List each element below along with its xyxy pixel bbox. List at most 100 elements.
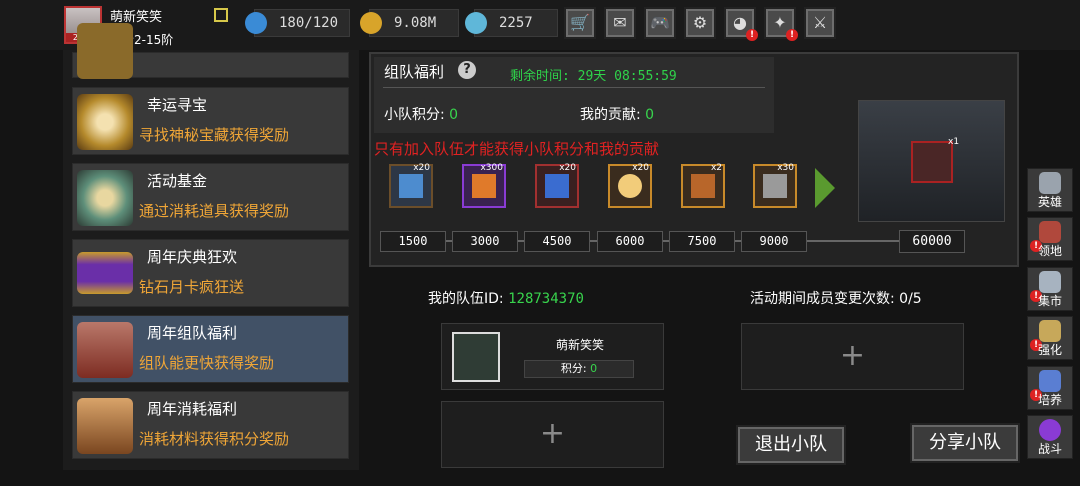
reward-slot[interactable]: x20 xyxy=(608,163,652,208)
side-nav-label: 强化 xyxy=(1037,343,1062,357)
side-nav-cultivate[interactable]: ! 培养 xyxy=(1027,366,1073,410)
crossed-swords-icon[interactable]: ⚔ xyxy=(804,7,836,39)
side-nav-territory[interactable]: ! 领地 xyxy=(1027,217,1073,261)
reward-slot[interactable]: x20 xyxy=(535,163,579,208)
alert-icon: ! xyxy=(746,29,758,41)
event-list-item-team-welfare[interactable]: 周年组队福利 组队能更快获得奖励 xyxy=(72,315,349,383)
side-nav-enhance[interactable]: ! 强化 xyxy=(1027,316,1073,360)
event-desc: 消耗材料获得积分奖励 xyxy=(139,430,290,448)
event-desc: 钻石月卡疯狂送 xyxy=(139,278,245,296)
open-chest-icon xyxy=(77,398,133,454)
gem-value: 2257 xyxy=(499,15,533,31)
side-nav-label: 英雄 xyxy=(1037,195,1062,209)
stamina-counter: 180/120 xyxy=(245,9,350,37)
milestone: 1500 xyxy=(380,231,446,252)
empty-member-slot[interactable]: + xyxy=(441,401,664,468)
member-change-count: 活动期间成员变更次数: 0/5 xyxy=(750,291,922,307)
event-title: 周年组队福利 xyxy=(147,324,238,342)
leave-team-button[interactable]: 退出小队 xyxy=(736,425,846,465)
side-nav-hero[interactable]: 英雄 xyxy=(1027,168,1073,212)
gem-counter: 2257 xyxy=(465,9,558,37)
side-nav-market[interactable]: ! 集市 xyxy=(1027,267,1073,311)
milestone: 6000 xyxy=(597,231,663,252)
flame-essence-icon xyxy=(472,174,496,198)
event-title: 幸运寻宝 xyxy=(147,96,208,114)
gamepad-icon[interactable]: 🎮 xyxy=(644,7,676,39)
help-question-icon[interactable]: ? xyxy=(458,61,476,79)
share-team-button[interactable]: 分享小队 xyxy=(910,423,1020,463)
event-desc: 寻找神秘宝藏获得奖励 xyxy=(139,126,290,144)
reward-qty: x20 xyxy=(413,163,430,173)
potion-icon xyxy=(1039,370,1061,392)
reward-slot[interactable]: x30 xyxy=(753,163,797,208)
lightning-icon xyxy=(245,12,267,34)
team-id-label: 我的队伍ID: xyxy=(428,291,504,307)
member-score-value: 0 xyxy=(590,362,598,375)
contribution-value: 0 xyxy=(645,107,655,123)
blue-crystal-icon xyxy=(545,174,569,198)
event-list-item-anniversary-carnival[interactable]: 周年庆典狂欢 钻石月卡疯狂送 xyxy=(72,239,349,307)
castle-icon xyxy=(1039,221,1061,243)
side-nav-label: 培养 xyxy=(1037,393,1062,407)
reward-qty: x30 xyxy=(777,163,794,173)
event-title: 活动基金 xyxy=(147,172,208,190)
divider xyxy=(383,87,765,88)
member-name: 萌新笑笑 xyxy=(556,338,605,352)
final-reward-display[interactable]: x1 xyxy=(858,100,1005,222)
team-id-value: 128734370 xyxy=(508,291,584,307)
gold-value: 9.08M xyxy=(394,15,437,31)
team-member-card[interactable]: 萌新笑笑 积分: 0 xyxy=(441,323,664,390)
event-thumb-icon xyxy=(77,23,133,79)
event-list-item-partial[interactable] xyxy=(72,23,349,79)
shop-cart-icon[interactable]: 🛒 xyxy=(564,7,596,39)
remaining-time: 剩余时间: 29天 08:55:59 xyxy=(510,69,677,84)
event-list-item-consume-welfare[interactable]: 周年消耗福利 消耗材料获得积分奖励 xyxy=(72,391,349,459)
final-goal: 60000 xyxy=(899,230,965,253)
milestone: 7500 xyxy=(669,231,735,252)
event-list-item-activity-fund[interactable]: 活动基金 通过消耗道具获得奖励 xyxy=(72,163,349,231)
side-nav-label: 战斗 xyxy=(1037,442,1062,456)
gem-icon xyxy=(465,12,487,34)
squad-points: 小队积分: 0 xyxy=(384,104,458,124)
member-score-label: 积分: xyxy=(560,362,587,375)
squad-points-label: 小队积分: xyxy=(384,107,445,123)
reward-qty: x300 xyxy=(480,163,503,173)
color-wheel-icon[interactable]: ◕! xyxy=(724,7,758,41)
reward-slot[interactable]: x300 xyxy=(462,163,506,208)
lightning-scroll-icon xyxy=(399,174,423,198)
final-reward-item-icon xyxy=(911,141,953,183)
torch-icon xyxy=(691,174,715,198)
mail-icon[interactable]: ✉ xyxy=(604,7,636,39)
edit-name-icon[interactable] xyxy=(214,8,228,22)
event-desc: 组队能更快获得奖励 xyxy=(139,354,275,372)
side-nav-label: 领地 xyxy=(1037,244,1062,258)
gold-counter: 9.08M xyxy=(360,9,459,37)
member-avatar xyxy=(452,332,500,382)
diamond-card-icon xyxy=(77,252,133,294)
event-title: 周年消耗福利 xyxy=(147,400,238,418)
scroll-right-arrow-icon[interactable] xyxy=(815,168,835,208)
reward-slot[interactable]: x2 xyxy=(681,163,725,208)
fireworks-icon[interactable]: ✦! xyxy=(764,7,798,41)
member-score: 积分: 0 xyxy=(524,360,634,378)
reward-qty: x20 xyxy=(559,163,576,173)
treasure-chest-icon xyxy=(77,322,133,378)
helmet-icon xyxy=(1039,172,1061,194)
reward-qty: x2 xyxy=(710,163,722,173)
settings-gear-icon[interactable]: ⚙ xyxy=(684,7,716,39)
money-bag-icon xyxy=(77,170,133,226)
alert-icon: ! xyxy=(786,29,798,41)
stamina-value: 180/120 xyxy=(279,15,339,31)
event-title-text: 组队福利 xyxy=(384,63,445,81)
gold-coin-icon xyxy=(360,12,382,34)
event-list-item-lucky-treasure[interactable]: 幸运寻宝 寻找神秘宝藏获得奖励 xyxy=(72,87,349,155)
empty-member-slot[interactable]: + xyxy=(741,323,964,390)
side-nav-battle[interactable]: 战斗 xyxy=(1027,415,1073,459)
join-team-warning: 只有加入队伍才能获得小队积分和我的贡献 xyxy=(374,140,660,158)
event-title: 周年庆典狂欢 xyxy=(147,248,238,266)
my-contribution: 我的贡献: 0 xyxy=(580,104,654,124)
reward-slot[interactable]: x20 xyxy=(389,163,433,208)
market-icon xyxy=(1039,271,1061,293)
final-reward-qty: x1 xyxy=(948,137,960,147)
contribution-label: 我的贡献: xyxy=(580,107,641,123)
